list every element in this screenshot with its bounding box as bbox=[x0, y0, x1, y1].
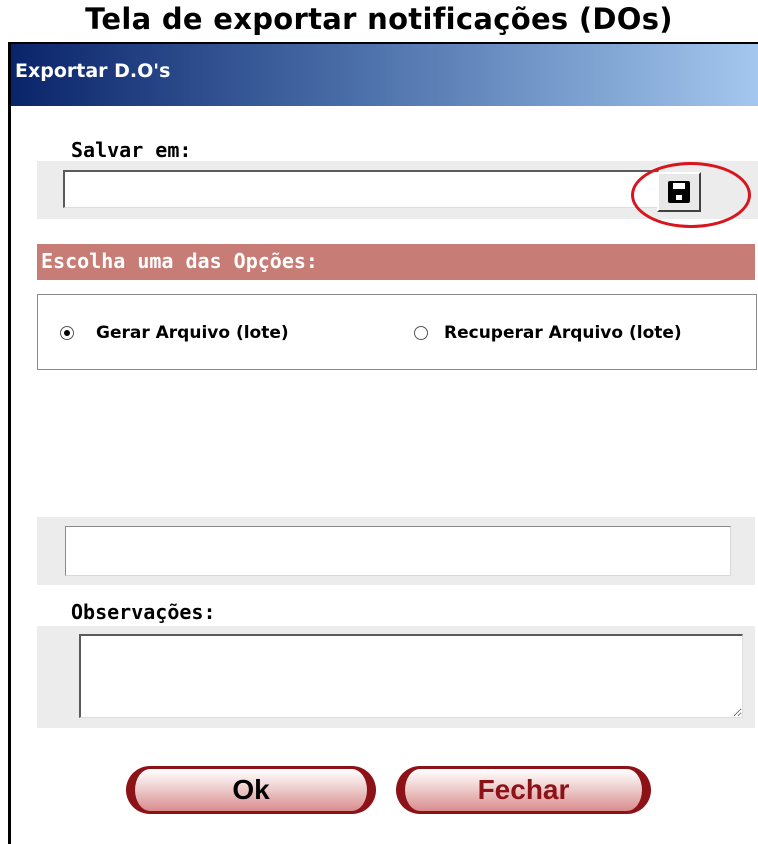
radio-recuperar-arquivo-label[interactable]: Recuperar Arquivo (lote) bbox=[444, 323, 682, 343]
status-panel bbox=[37, 517, 755, 585]
highlight-circle bbox=[631, 162, 751, 228]
page-title: Tela de exportar notificações (DOs) bbox=[85, 2, 673, 36]
ok-button[interactable]: Ok bbox=[126, 766, 376, 814]
observations-panel bbox=[37, 626, 755, 728]
close-button[interactable]: Fechar bbox=[396, 766, 651, 814]
save-location-label: Salvar em: bbox=[71, 138, 192, 162]
status-field[interactable] bbox=[65, 526, 731, 576]
save-path-input[interactable] bbox=[63, 170, 659, 208]
options-header-text: Escolha uma das Opções: bbox=[41, 249, 318, 273]
dialog-titlebar: Exportar D.O's bbox=[11, 44, 758, 106]
radio-recuperar-arquivo[interactable] bbox=[414, 326, 428, 340]
options-group: Gerar Arquivo (lote) Recuperar Arquivo (… bbox=[37, 294, 757, 370]
options-header: Escolha uma das Opções: bbox=[37, 244, 755, 280]
observations-textarea[interactable] bbox=[79, 634, 743, 718]
export-dialog: Exportar D.O's Salvar em: Escolha uma da… bbox=[8, 42, 758, 844]
radio-gerar-arquivo[interactable] bbox=[60, 326, 74, 340]
radio-gerar-arquivo-label[interactable]: Gerar Arquivo (lote) bbox=[96, 323, 289, 343]
observations-label: Observações: bbox=[71, 600, 216, 624]
dialog-title: Exportar D.O's bbox=[15, 60, 171, 82]
